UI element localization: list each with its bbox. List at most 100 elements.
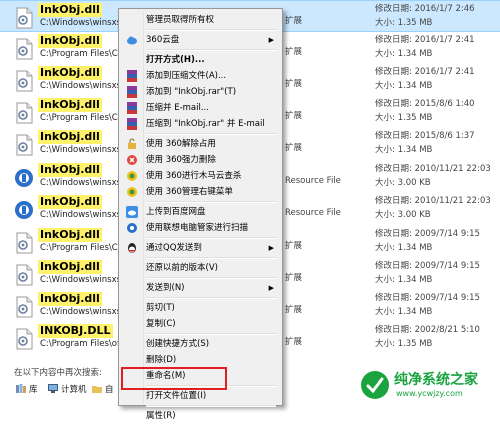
menu-item-0[interactable]: 管理员取得所有权: [121, 12, 280, 28]
menu-separator: [146, 333, 276, 335]
location-computer[interactable]: 计算机: [48, 383, 87, 395]
file-type: 扩展: [285, 305, 303, 315]
watermark-url: www.ycwjzy.com: [396, 389, 463, 398]
menu-item-33[interactable]: 属性(R): [121, 408, 280, 424]
watermark-logo-icon: [361, 371, 389, 399]
file-date: 修改日期: 2009/7/14 9:15: [375, 261, 480, 271]
lenovo-scan-icon: [126, 222, 138, 234]
menu-item-label: 使用 360强力删除: [146, 155, 216, 165]
menu-separator: [146, 257, 276, 259]
file-name: InkObj.dll: [38, 34, 102, 48]
file-path: C:\Windows\winsxs\x86: [40, 145, 120, 155]
menu-item-label: 压缩到 "InkObj.rar" 并 E-mail: [146, 119, 265, 129]
menu-item-20[interactable]: 还原以前的版本(V): [121, 260, 280, 276]
menu-separator: [146, 405, 276, 407]
menu-item-label: 创建快捷方式(S): [146, 339, 210, 349]
search-again-hint: 在以下内容中再次搜索:: [14, 368, 102, 378]
menu-item-label: 还原以前的版本(V): [146, 263, 218, 273]
resource-file-icon: [14, 167, 34, 189]
file-name: InkObj.dll: [38, 3, 102, 17]
winrar-icon: [126, 102, 138, 114]
menu-item-4[interactable]: 打开方式(H)...: [121, 52, 280, 68]
baidu-cloud-icon: [126, 206, 138, 218]
file-type: Resource File: [285, 176, 341, 186]
file-date: 修改日期: 2016/1/7 2:46: [375, 4, 475, 14]
menu-item-label: 属性(R): [146, 411, 176, 421]
dll-file-icon: [14, 264, 34, 286]
file-path: C:\Program Files\Com: [40, 49, 120, 59]
menu-360-icon: [126, 186, 138, 198]
file-size: 大小: 1.35 MB: [375, 113, 433, 123]
unlock-360-icon: [126, 138, 138, 150]
file-name: InkObj.dll: [38, 66, 102, 80]
menu-item-label: 发送到(N): [146, 283, 185, 293]
file-path: C:\Windows\winsxs\x86: [40, 81, 120, 91]
file-date: 修改日期: 2010/11/21 22:03: [375, 164, 491, 174]
file-date: 修改日期: 2010/11/21 22:03: [375, 196, 491, 206]
menu-item-label: 添加到 "InkObj.rar"(T): [146, 87, 237, 97]
menu-item-18[interactable]: 通过QQ发送到 ▶: [121, 240, 280, 256]
custom-folder-icon: [92, 386, 102, 393]
dll-file-icon: [14, 7, 34, 29]
winrar-icon: [126, 118, 138, 130]
file-size: 大小: 1.34 MB: [375, 275, 433, 285]
menu-item-label: 通过QQ发送到: [146, 243, 202, 253]
menu-item-7[interactable]: 压缩并 E-mail...: [121, 100, 280, 116]
dll-file-icon: [14, 38, 34, 60]
menu-separator: [146, 133, 276, 135]
highlight-box: [121, 367, 227, 390]
menu-item-label: 复制(C): [146, 319, 176, 329]
menu-item-12[interactable]: 使用 360进行木马云查杀: [121, 168, 280, 184]
menu-item-label: 使用 360管理右键菜单: [146, 187, 233, 197]
winrar-icon: [126, 70, 138, 82]
file-path: C:\Windows\winsxs\x86: [40, 275, 120, 285]
menu-item-10[interactable]: 使用 360解除占用: [121, 136, 280, 152]
menu-item-6[interactable]: 添加到 "InkObj.rar"(T): [121, 84, 280, 100]
menu-item-label: 使用 360解除占用: [146, 139, 216, 149]
winrar-icon: [126, 86, 138, 98]
location-library[interactable]: 库: [16, 383, 38, 395]
menu-item-15[interactable]: 上传到百度网盘: [121, 204, 280, 220]
menu-item-13[interactable]: 使用 360管理右键菜单: [121, 184, 280, 200]
menu-item-25[interactable]: 复制(C): [121, 316, 280, 332]
menu-item-28[interactable]: 删除(D): [121, 352, 280, 368]
qq-icon: [126, 242, 138, 254]
dll-file-icon: [14, 232, 34, 254]
menu-item-open-file-location[interactable]: 打开文件位置(I): [121, 388, 280, 404]
file-date: 修改日期: 2009/7/14 9:15: [375, 293, 480, 303]
menu-item-2[interactable]: 360云盘 ▶: [121, 32, 280, 48]
menu-item-11[interactable]: 使用 360强力删除: [121, 152, 280, 168]
menu-separator: [146, 237, 276, 239]
resource-file-icon: [14, 199, 34, 221]
menu-item-5[interactable]: 添加到压缩文件(A)...: [121, 68, 280, 84]
menu-item-8[interactable]: 压缩到 "InkObj.rar" 并 E-mail: [121, 116, 280, 132]
menu-item-27[interactable]: 创建快捷方式(S): [121, 336, 280, 352]
watermark: 纯净系统之家 www.ycwjzy.com: [358, 368, 498, 404]
location-custom[interactable]: 自: [92, 383, 114, 395]
file-size: 大小: 1.35 MB: [375, 18, 433, 28]
menu-item-16[interactable]: 使用联想电脑管家进行扫描: [121, 220, 280, 236]
menu-item-24[interactable]: 剪切(T): [121, 300, 280, 316]
file-type: Resource File: [285, 208, 341, 218]
menu-separator: [146, 277, 276, 279]
computer-icon: [48, 384, 58, 393]
file-type: 扩展: [285, 16, 303, 26]
file-path: C:\Program Files\offi: [40, 339, 120, 349]
file-date: 修改日期: 2016/1/7 2:41: [375, 35, 475, 45]
file-path: C:\Windows\winsxs\x86: [40, 307, 120, 317]
file-name: InkObj.dll: [38, 228, 102, 242]
menu-item-label: 添加到压缩文件(A)...: [146, 71, 227, 81]
file-type: 扩展: [285, 273, 303, 283]
menu-item-22[interactable]: 发送到(N) ▶: [121, 280, 280, 296]
cloud-360-icon: [126, 34, 138, 46]
file-type: 扩展: [285, 79, 303, 89]
scan-360-icon: [126, 170, 138, 182]
dll-file-icon: [14, 134, 34, 156]
file-path: C:\Windows\winsxs\x86: [40, 210, 120, 220]
dll-file-icon: [14, 102, 34, 124]
file-size: 大小: 3.00 KB: [375, 178, 431, 188]
file-name: InkObj.dll: [38, 163, 102, 177]
menu-item-label: 管理员取得所有权: [146, 15, 215, 25]
file-type: 扩展: [285, 337, 303, 347]
file-name: InkObj.dll: [38, 98, 102, 112]
